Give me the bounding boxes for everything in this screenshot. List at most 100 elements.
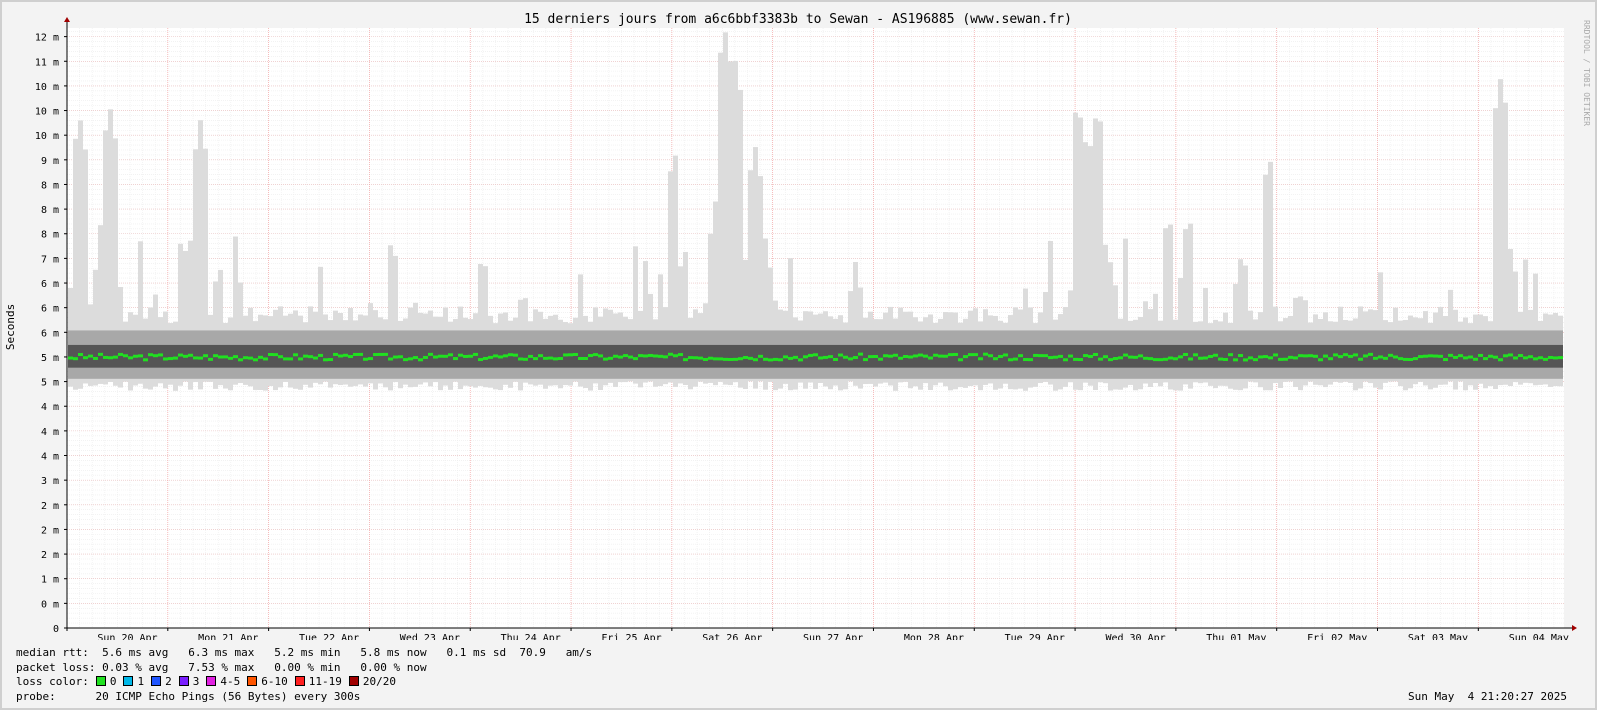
median-rtt-label: median rtt: — [16, 646, 89, 659]
smoke-median-band — [1108, 344, 1113, 368]
median-segment — [793, 355, 798, 359]
median-segment — [1318, 358, 1323, 362]
smoke-median-band — [768, 344, 773, 368]
smoke-median-band — [198, 344, 203, 368]
median-segment — [1413, 357, 1418, 361]
median-segment — [973, 353, 978, 357]
median-segment — [918, 353, 923, 357]
median-segment — [208, 357, 213, 361]
median-segment — [843, 355, 848, 359]
median-segment — [1368, 352, 1373, 356]
median-segment — [1193, 353, 1198, 357]
smoke-median-band — [1373, 344, 1378, 368]
smoke-median-band — [418, 344, 423, 368]
median-segment — [1328, 357, 1333, 361]
median-segment — [238, 358, 243, 362]
median-segment — [738, 357, 743, 361]
median-segment — [908, 355, 913, 359]
median-segment — [1273, 353, 1278, 357]
smoke-median-band — [958, 344, 963, 368]
median-segment — [648, 353, 653, 357]
median-segment — [243, 356, 248, 360]
median-segment — [453, 357, 458, 361]
median-rtt-values: 5.6 ms avg 6.3 ms max 5.2 ms min 5.8 ms … — [102, 646, 593, 659]
smoke-median-band — [778, 344, 783, 368]
median-segment — [163, 357, 168, 361]
median-segment — [318, 353, 323, 357]
median-segment — [213, 354, 218, 358]
median-segment — [1513, 356, 1518, 360]
y-axis-arrow — [64, 17, 70, 22]
smoke-median-band — [683, 344, 688, 368]
smoke-median-band — [858, 344, 863, 368]
smoke-median-band — [1278, 344, 1283, 368]
median-segment — [1398, 357, 1403, 361]
smoke-median-band — [1153, 344, 1158, 368]
smoke-median-band — [678, 344, 683, 368]
probe-value: 20 ICMP Echo Pings (56 Bytes) every 300s — [95, 690, 361, 703]
median-segment — [498, 355, 503, 359]
median-segment — [818, 356, 823, 360]
median-segment — [313, 356, 318, 360]
median-segment — [428, 352, 433, 356]
y-tick-label: 2 m — [41, 550, 59, 561]
loss-color-label: 6-10 — [261, 675, 288, 688]
median-segment — [708, 356, 713, 360]
x-day-label: Sat 26 Apr — [702, 633, 762, 640]
median-segment — [1063, 358, 1068, 362]
median-segment — [853, 356, 858, 360]
smoke-median-band — [518, 344, 523, 368]
y-tick-label: 9 m — [41, 156, 59, 167]
median-segment — [658, 354, 663, 358]
median-segment — [123, 354, 128, 358]
smoke-median-band — [478, 344, 483, 368]
median-segment — [1258, 355, 1263, 359]
median-segment — [1358, 357, 1363, 361]
smoke-median-band — [263, 344, 268, 368]
median-segment — [1528, 355, 1533, 359]
median-segment — [1203, 356, 1208, 360]
median-segment — [1433, 354, 1438, 358]
median-segment — [338, 354, 343, 358]
smoke-median-band — [1403, 344, 1408, 368]
smoke-median-band — [983, 344, 988, 368]
median-segment — [1163, 357, 1168, 361]
smoke-median-band — [1408, 344, 1413, 368]
median-segment — [858, 352, 863, 356]
median-segment — [378, 352, 383, 356]
median-segment — [893, 353, 898, 357]
median-segment — [1458, 354, 1463, 358]
y-tick-label: 8 m — [41, 180, 59, 191]
median-segment — [693, 356, 698, 360]
x-day-label: Fri 02 May — [1307, 633, 1367, 640]
median-segment — [1388, 353, 1393, 357]
median-segment — [1158, 358, 1163, 362]
loss-color-label: 11-19 — [308, 675, 342, 688]
y-tick-label: 6 m — [41, 328, 59, 339]
median-segment — [523, 357, 528, 361]
median-segment — [1333, 353, 1338, 357]
median-segment — [768, 358, 773, 362]
median-segment — [138, 354, 143, 358]
median-segment — [493, 354, 498, 358]
median-segment — [673, 354, 678, 358]
smoke-median-band — [1183, 344, 1188, 368]
median-segment — [1248, 356, 1253, 360]
median-segment — [713, 357, 718, 361]
median-segment — [613, 354, 618, 358]
smoke-median-band — [1358, 344, 1363, 368]
median-segment — [938, 354, 943, 358]
smoke-median-band — [98, 344, 103, 368]
median-segment — [1313, 354, 1318, 358]
loss-color-label: loss color: — [16, 675, 89, 688]
smoke-median-band — [323, 344, 328, 368]
packet-loss-values: 0.03 % avg 7.53 % max 0.00 % min 0.00 % … — [102, 661, 427, 674]
median-segment — [608, 356, 613, 360]
median-segment — [703, 357, 708, 361]
y-tick-label: 10 m — [35, 131, 59, 142]
smoke-median-band — [1413, 344, 1418, 368]
median-segment — [433, 355, 438, 359]
median-segment — [398, 355, 403, 359]
y-axis-label: Seconds — [4, 304, 17, 350]
loss-color-entry: 20/20 — [342, 675, 396, 688]
